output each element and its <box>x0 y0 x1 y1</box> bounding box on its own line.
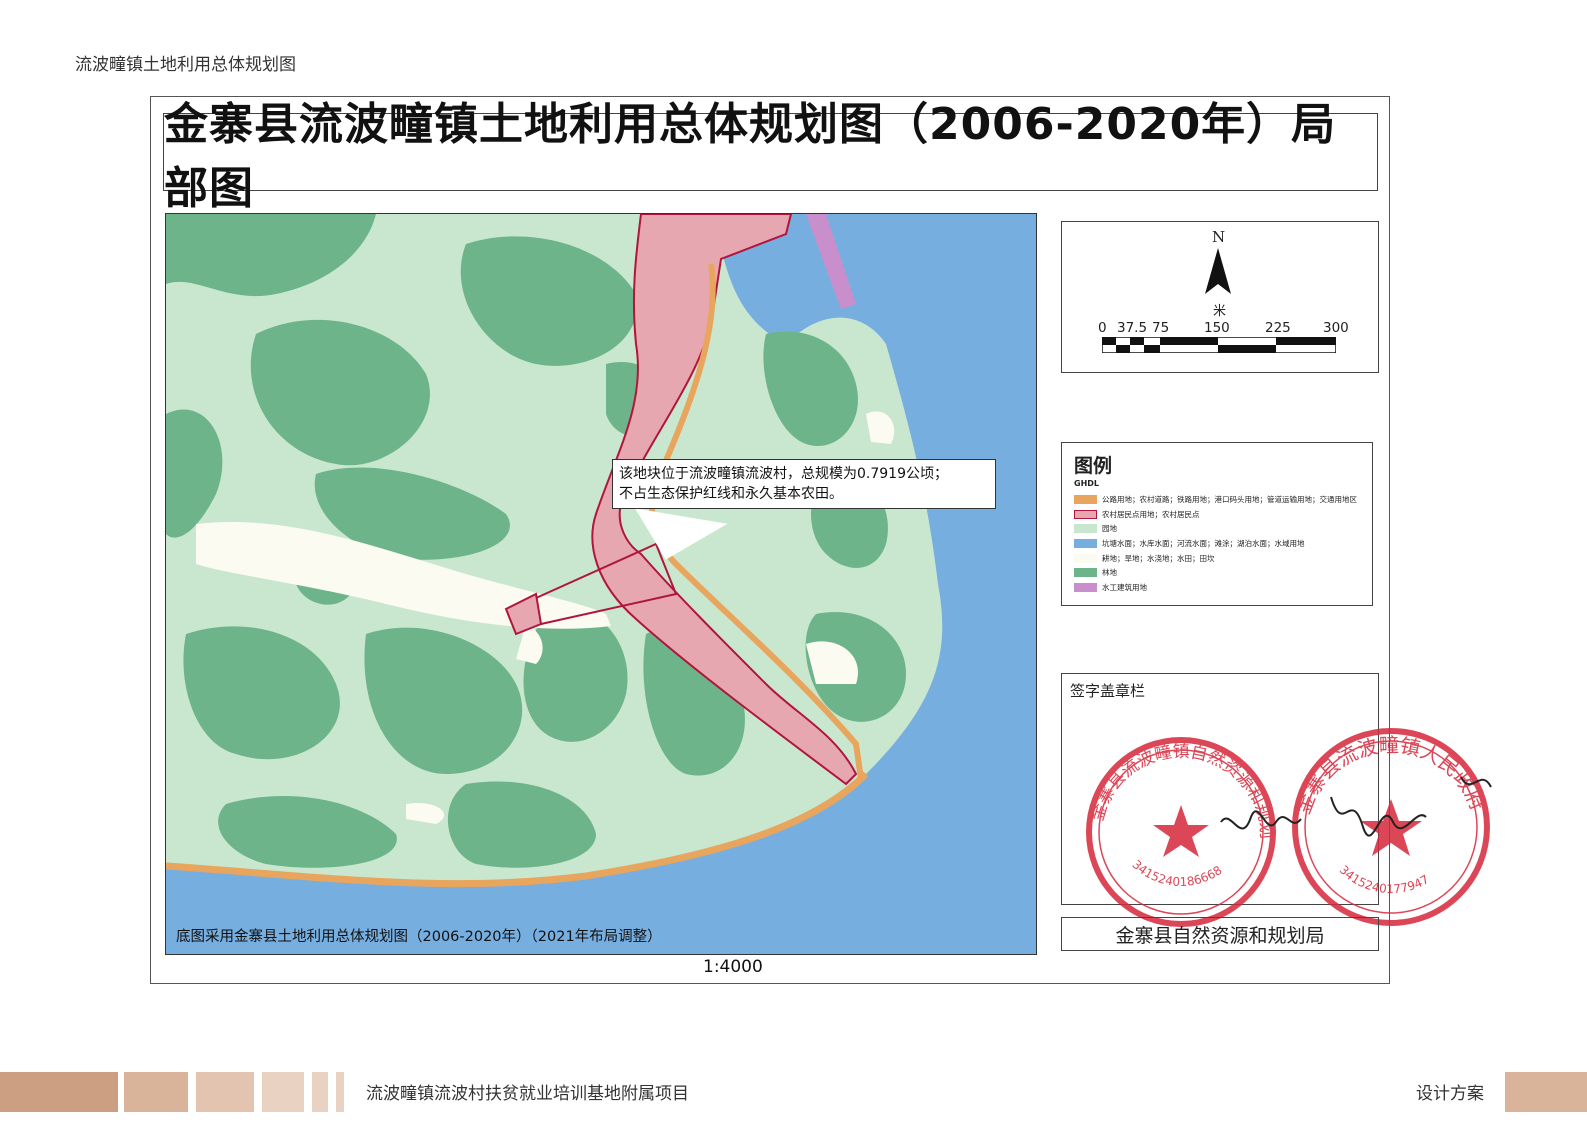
legend-label: 林地 <box>1102 568 1117 578</box>
signature-label: 签字盖章栏 <box>1070 682 1146 700</box>
seal-right-number: 3415240177947 <box>1337 863 1432 896</box>
footer-project-name: 流波疃镇流波村扶贫就业培训基地附属项目 <box>366 1084 689 1104</box>
site-annotation: 该地块位于流波疃镇流波村，总规模为0.7919公顷； 不占生态保护红线和永久基本… <box>612 459 996 509</box>
legend-title: 图例 <box>1074 455 1113 477</box>
map-caption: 底图采用金寨县土地利用总体规划图（2006-2020年）（2021年布局调整） <box>176 929 662 945</box>
land-use-map <box>166 214 1036 954</box>
north-arrow-icon <box>1205 248 1231 294</box>
legend-swatch <box>1074 568 1097 578</box>
legend-swatch <box>1074 524 1097 534</box>
north-scale-box: N 米 0 37.5 75 150 225 300 <box>1061 221 1379 373</box>
department-name: 金寨县自然资源和规划局 <box>1061 917 1379 951</box>
seal-star-icon <box>1360 799 1422 856</box>
legend-item: 水工建筑用地 <box>1074 580 1357 595</box>
scale-unit: 米 <box>1213 304 1227 319</box>
seal-star-icon <box>1153 805 1209 857</box>
legend-item: 坑塘水面；水库水面；河流水面；滩涂；湖泊水面；水域用地 <box>1074 536 1357 551</box>
scale-tick-150: 150 <box>1204 320 1230 336</box>
legend-swatch <box>1074 553 1097 563</box>
legend-label: 水工建筑用地 <box>1102 582 1147 592</box>
scale-tick-0: 0 <box>1098 320 1107 336</box>
svg-text:3415240186668: 3415240186668 <box>1129 857 1224 889</box>
footer-bar <box>0 1072 1587 1112</box>
scale-tick-37-5: 37.5 <box>1117 320 1148 336</box>
legend-item: 耕地；旱地；水浇地；水田；田坎 <box>1074 551 1357 566</box>
svg-text:3415240177947: 3415240177947 <box>1337 863 1432 896</box>
official-seals: 金寨县流波疃镇自然资源和规划所 3415240186668 金寨县流波疃镇人民政… <box>1081 727 1492 927</box>
annotation-line-2: 不占生态保护红线和永久基本农田。 <box>619 486 843 502</box>
legend-label: 公路用地；农村道路；铁路用地；港口码头用地；管道运输用地；交通用地区 <box>1102 494 1357 504</box>
legend-label: 园地 <box>1102 524 1117 534</box>
scale-bar <box>1102 337 1336 353</box>
seal-town-government: 金寨县流波疃镇人民政府 3415240177947 <box>1290 728 1490 926</box>
footer-bar-block <box>262 1072 304 1112</box>
annotation-line-1: 该地块位于流波疃镇流波村，总规模为0.7919公顷； <box>619 466 948 482</box>
map-sheet: 金寨县流波疃镇土地利用总体规划图（2006-2020年）局部图 该地块位于流波疃… <box>150 96 1492 984</box>
footer-bar-block <box>124 1072 188 1112</box>
scale-ratio: 1:4000 <box>703 957 763 977</box>
footer-bar-block <box>1505 1072 1587 1112</box>
north-label: N <box>1212 228 1226 246</box>
map-frame[interactable]: 该地块位于流波疃镇流波村，总规模为0.7919公顷； 不占生态保护红线和永久基本… <box>165 213 1037 955</box>
legend-swatch <box>1074 494 1097 504</box>
footer-bar-block <box>0 1072 118 1112</box>
page-header: 流波疃镇土地利用总体规划图 <box>75 55 296 75</box>
footer-bar-block <box>312 1072 328 1112</box>
legend-swatch <box>1074 582 1097 592</box>
legend-label: 耕地；旱地；水浇地；水田；田坎 <box>1102 553 1215 563</box>
legend-item: 农村居民点用地；农村居民点 <box>1074 507 1357 522</box>
footer-bar-block <box>336 1072 344 1112</box>
legend-swatch <box>1074 509 1097 519</box>
legend-label: 坑塘水面；水库水面；河流水面；滩涂；湖泊水面；水域用地 <box>1102 538 1305 548</box>
seal-left-number: 3415240186668 <box>1129 857 1224 889</box>
footer-bar-block <box>196 1072 254 1112</box>
scale-tick-300: 300 <box>1323 320 1349 336</box>
legend-list: 公路用地；农村道路；铁路用地；港口码头用地；管道运输用地；交通用地区 农村居民点用… <box>1074 492 1357 595</box>
legend-item: 林地 <box>1074 565 1357 580</box>
legend-label: 农村居民点用地；农村居民点 <box>1102 509 1200 519</box>
legend-item: 园地 <box>1074 521 1357 536</box>
legend-swatch <box>1074 538 1097 548</box>
legend-box: 图例 GHDL 公路用地；农村道路；铁路用地；港口码头用地；管道运输用地；交通用… <box>1061 442 1373 606</box>
scale-tick-75: 75 <box>1152 320 1170 336</box>
legend-code: GHDL <box>1074 479 1099 488</box>
scale-tick-225: 225 <box>1265 320 1291 336</box>
legend-item: 公路用地；农村道路；铁路用地；港口码头用地；管道运输用地；交通用地区 <box>1074 492 1357 507</box>
footer-section: 设计方案 <box>1416 1084 1484 1104</box>
map-title: 金寨县流波疃镇土地利用总体规划图（2006-2020年）局部图 <box>163 99 1378 214</box>
